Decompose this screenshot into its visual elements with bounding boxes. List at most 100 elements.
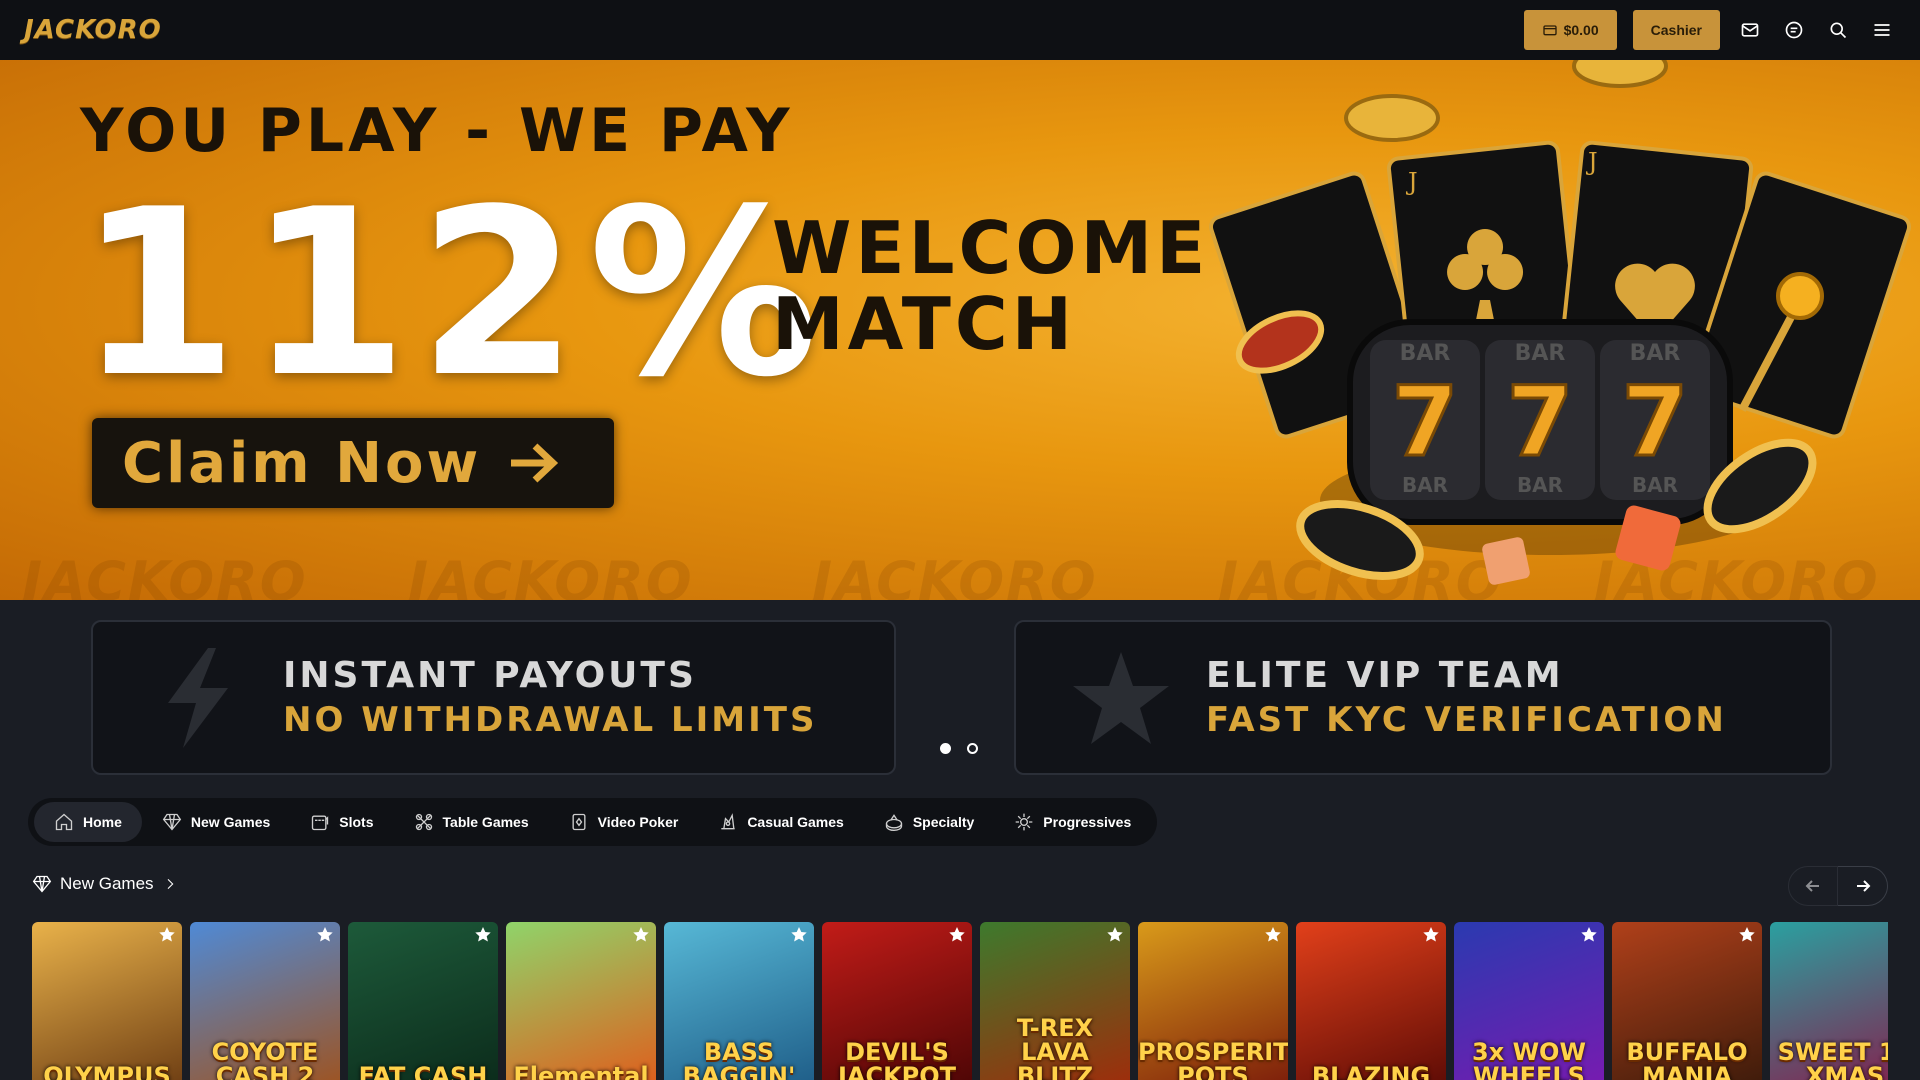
progressives-icon bbox=[1015, 813, 1033, 831]
slot-machine-illustration: J J BAR BAR BAR 7 7 7 BAR BAR BAR bbox=[1208, 60, 1912, 585]
specialty-icon bbox=[885, 814, 902, 832]
hero-tagline: YOU PLAY - WE PAY bbox=[80, 96, 794, 166]
site-logo[interactable]: JACKORO bbox=[24, 15, 162, 45]
hero-percentage: 112% bbox=[78, 161, 829, 428]
balance-amount: $0.00 bbox=[1563, 22, 1599, 38]
coin-icon bbox=[1344, 94, 1440, 142]
favorite-star-icon[interactable] bbox=[632, 926, 650, 944]
game-tile[interactable]: SWEET 16 XMAS bbox=[1770, 922, 1888, 1080]
carousel-dot[interactable] bbox=[940, 743, 951, 754]
dice-icon bbox=[1482, 537, 1530, 585]
game-title: BUFFALO MANIA bbox=[1626, 1038, 1748, 1080]
category-video-poker[interactable]: Video Poker bbox=[549, 802, 699, 842]
game-title: Elemental bbox=[513, 1062, 649, 1080]
feature-card-elite-vip[interactable]: ELITE VIP TEAM FAST KYC VERIFICATION bbox=[1014, 620, 1832, 775]
category-home[interactable]: Home bbox=[34, 802, 142, 842]
category-label: Specialty bbox=[912, 814, 975, 830]
hero-subtitle-line2: MATCH bbox=[772, 282, 1076, 366]
chevron-right-icon bbox=[167, 878, 173, 890]
scroll-left-button[interactable] bbox=[1788, 866, 1838, 906]
category-label: Slots bbox=[339, 814, 374, 830]
section-title: New Games bbox=[60, 874, 154, 893]
slot-machine-icon bbox=[312, 815, 329, 831]
category-nav: Home New Games Slots Table Games Video P… bbox=[28, 798, 1158, 846]
mail-icon[interactable] bbox=[1736, 16, 1764, 44]
game-title: FAT CASH bbox=[358, 1062, 488, 1080]
arrow-right-icon bbox=[511, 443, 559, 483]
table-games-icon bbox=[415, 813, 432, 831]
favorite-star-icon[interactable] bbox=[158, 926, 176, 944]
reel-label: BAR bbox=[1402, 473, 1448, 497]
game-tile[interactable]: PROSPERITY POTS bbox=[1138, 922, 1288, 1080]
favorite-star-icon[interactable] bbox=[316, 926, 334, 944]
reel-label: BAR bbox=[1400, 341, 1451, 366]
diamond-icon bbox=[32, 875, 52, 893]
favorite-star-icon[interactable] bbox=[948, 926, 966, 944]
category-label: Table Games bbox=[442, 814, 529, 830]
reel-symbol: 7 bbox=[1392, 366, 1459, 478]
category-progressives[interactable]: Progressives bbox=[994, 802, 1151, 842]
category-table-games[interactable]: Table Games bbox=[394, 802, 549, 842]
game-title: DEVIL'S JACKPOT bbox=[837, 1038, 957, 1080]
favorite-star-icon[interactable] bbox=[1422, 926, 1440, 944]
game-tile[interactable]: OLYMPUS bbox=[32, 922, 182, 1080]
reel-label: BAR bbox=[1515, 341, 1566, 366]
game-tile[interactable]: BLAZING bbox=[1296, 922, 1446, 1080]
claim-now-button[interactable]: Claim Now bbox=[92, 418, 614, 508]
cashier-button[interactable]: Cashier bbox=[1632, 10, 1720, 50]
category-slots[interactable]: Slots bbox=[290, 802, 393, 842]
arrow-left-icon bbox=[1805, 880, 1819, 892]
game-title: T-REX LAVA BLITZ bbox=[1016, 1014, 1094, 1080]
reel-label: BAR bbox=[1630, 341, 1681, 366]
category-label: Home bbox=[83, 814, 122, 830]
chat-icon[interactable] bbox=[1780, 16, 1808, 44]
wallet-icon bbox=[1542, 25, 1557, 36]
lightning-icon bbox=[143, 643, 253, 753]
category-new-games[interactable]: New Games bbox=[142, 802, 290, 842]
game-tile[interactable]: Elemental bbox=[506, 922, 656, 1080]
video-poker-icon bbox=[572, 813, 586, 831]
favorite-star-icon[interactable] bbox=[790, 926, 808, 944]
carousel-dot[interactable] bbox=[967, 743, 978, 754]
arrow-right-icon bbox=[1856, 880, 1870, 892]
hero-watermark: JACKORO bbox=[812, 550, 1098, 600]
game-title: BASS BAGGIN' bbox=[682, 1038, 796, 1080]
favorite-star-icon[interactable] bbox=[1264, 926, 1282, 944]
top-bar: JACKORO $0.00 Cashier bbox=[0, 0, 1920, 60]
game-tile[interactable]: COYOTE CASH 2 bbox=[190, 922, 340, 1080]
hero-subtitle-line1: WELCOME bbox=[772, 206, 1210, 290]
carousel-dots bbox=[940, 743, 978, 754]
balance-button[interactable]: $0.00 bbox=[1523, 10, 1617, 50]
game-title: SWEET 16 XMAS bbox=[1777, 1038, 1888, 1080]
game-tile[interactable]: T-REX LAVA BLITZ bbox=[980, 922, 1130, 1080]
feature-card-instant-payouts[interactable]: INSTANT PAYOUTS NO WITHDRAWAL LIMITS bbox=[91, 620, 896, 775]
favorite-star-icon[interactable] bbox=[474, 926, 492, 944]
favorite-star-icon[interactable] bbox=[1738, 926, 1756, 944]
feature-subtitle: NO WITHDRAWAL LIMITS bbox=[283, 700, 818, 740]
game-tile[interactable]: 3x WOW WHEELS bbox=[1454, 922, 1604, 1080]
category-label: Progressives bbox=[1043, 814, 1132, 830]
favorite-star-icon[interactable] bbox=[1106, 926, 1124, 944]
game-tile[interactable]: FAT CASH bbox=[348, 922, 498, 1080]
game-title: COYOTE CASH 2 bbox=[211, 1038, 319, 1080]
scroll-right-button[interactable] bbox=[1838, 866, 1888, 906]
game-tile[interactable]: BASS BAGGIN' bbox=[664, 922, 814, 1080]
reel-label: BAR bbox=[1517, 473, 1563, 497]
new-games-row: OLYMPUS COYOTE CASH 2 FAT CASH Elemental BAS… bbox=[32, 922, 1888, 1080]
game-tile[interactable]: DEVIL'S JACKPOT bbox=[822, 922, 972, 1080]
search-icon[interactable] bbox=[1824, 16, 1852, 44]
feature-title: INSTANT PAYOUTS bbox=[283, 655, 697, 696]
game-tile[interactable]: BUFFALO MANIA bbox=[1612, 922, 1762, 1080]
hero-banner[interactable]: JACKORO JACKORO JACKORO JACKORO JACKORO … bbox=[0, 60, 1920, 600]
category-casual-games[interactable]: Casual Games bbox=[698, 802, 864, 842]
favorite-star-icon[interactable] bbox=[1580, 926, 1598, 944]
coin-icon bbox=[1572, 60, 1668, 88]
hero-watermark: JACKORO bbox=[22, 550, 308, 600]
reel-symbol: 7 bbox=[1507, 366, 1574, 478]
game-title: OLYMPUS bbox=[43, 1062, 171, 1080]
menu-icon[interactable] bbox=[1868, 16, 1896, 44]
category-label: New Games bbox=[190, 814, 271, 830]
category-specialty[interactable]: Specialty bbox=[864, 802, 994, 842]
new-games-header[interactable]: New Games bbox=[32, 874, 178, 894]
features-carousel: INSTANT PAYOUTS NO WITHDRAWAL LIMITS ELI… bbox=[0, 600, 1920, 780]
